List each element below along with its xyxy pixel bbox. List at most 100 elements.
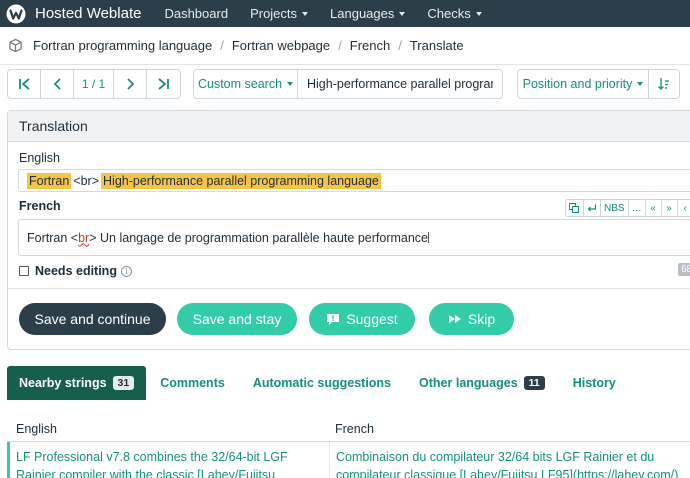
tab-comments[interactable]: Comments — [146, 366, 239, 400]
translation-textarea[interactable]: Fortran < br > Un langage de programmation… — [18, 219, 690, 256]
breadcrumb-separator: / — [338, 38, 342, 53]
target-tag-close: > — [89, 230, 97, 245]
tab-history-label: History — [572, 375, 616, 390]
skip-button[interactable]: Skip — [429, 303, 514, 335]
special-characters-toolbar: NBS … « » ‹ › — [565, 199, 690, 217]
column-header-french: French — [335, 421, 374, 436]
sort-ascending-icon — [658, 78, 669, 90]
nav-checks[interactable]: Checks — [416, 0, 492, 27]
target-language-label: French — [19, 199, 61, 213]
checkbox-box[interactable] — [19, 266, 29, 276]
char-nbs[interactable]: NBS — [601, 200, 629, 216]
text-cursor — [428, 232, 429, 243]
panel-divider — [8, 288, 690, 289]
first-icon — [18, 78, 30, 90]
breadcrumb-separator: / — [398, 38, 402, 53]
nearby-strings-count-badge: 31 — [112, 375, 135, 390]
info-tabs: Nearby strings 31 Comments Automatic sug… — [7, 365, 690, 400]
char-right-guillemet[interactable]: » — [662, 200, 678, 216]
previous-string-button[interactable] — [41, 70, 74, 98]
string-pager: 1 / 1 — [7, 69, 181, 99]
char-left-single-guillemet[interactable]: ‹ — [678, 200, 690, 216]
source-string: Fortran <br> High-performance parallel p… — [18, 169, 690, 192]
nav-projects-label: Projects — [250, 6, 298, 21]
tab-automatic-suggestions[interactable]: Automatic suggestions — [239, 366, 405, 400]
save-and-stay-label: Save and stay — [192, 311, 282, 327]
chevron-down-icon — [287, 82, 294, 86]
newline-icon — [587, 204, 597, 211]
nav-projects[interactable]: Projects — [239, 0, 319, 27]
chevron-down-icon — [637, 82, 644, 86]
copy-source-button[interactable] — [566, 200, 584, 216]
sort-label: Position and priority — [522, 77, 633, 91]
breadcrumb-project[interactable]: Fortran programming language — [33, 38, 212, 53]
position-counter: 1 / 1 — [74, 70, 114, 98]
first-string-button[interactable] — [8, 70, 41, 98]
insert-newline-button[interactable] — [584, 200, 601, 216]
nav-checks-label: Checks — [427, 6, 471, 21]
save-and-continue-label: Save and continue — [34, 311, 151, 327]
cube-icon — [9, 38, 22, 53]
target-tag-open: < — [70, 230, 79, 245]
nearby-strings-table: English French LF Professional v7.8 comb… — [7, 416, 690, 478]
suggest-button[interactable]: Suggest — [309, 303, 415, 335]
fast-forward-icon — [448, 314, 462, 324]
table-header: English French — [7, 416, 690, 442]
breadcrumb: Fortran programming language / Fortran w… — [0, 27, 690, 65]
tab-nearby-strings-label: Nearby strings — [19, 375, 107, 390]
table-row[interactable]: LF Professional v7.8 combines the 32/64-… — [7, 442, 690, 478]
source-tag: <br> — [73, 173, 100, 188]
nav-dashboard[interactable]: Dashboard — [153, 0, 239, 27]
chevron-down-icon — [399, 11, 406, 16]
column-header-english: English — [16, 421, 57, 436]
tab-history[interactable]: History — [559, 366, 630, 400]
other-languages-count-badge: 11 — [523, 375, 545, 390]
needs-editing-checkbox[interactable]: Needs editing i — [19, 264, 132, 278]
comment-icon — [326, 313, 340, 326]
breadcrumb-current[interactable]: Translate — [410, 38, 464, 53]
source-highlight-text: High-performance parallel programming la… — [101, 172, 381, 189]
custom-search-label: Custom search — [197, 77, 283, 91]
target-word: Fortran — [27, 230, 68, 245]
source-language-label: English — [19, 151, 60, 165]
target-text: Un langage de programmation parallèle ha… — [100, 230, 428, 245]
needs-editing-label: Needs editing — [35, 264, 117, 278]
breadcrumb-separator: / — [220, 38, 224, 53]
skip-label: Skip — [467, 311, 496, 327]
save-and-continue-button[interactable]: Save and continue — [19, 303, 166, 335]
last-string-button[interactable] — [147, 70, 180, 98]
weblate-logo-icon — [6, 4, 26, 23]
target-tag-name: br — [78, 230, 90, 245]
tab-other-languages[interactable]: Other languages 11 — [405, 366, 559, 400]
sort-direction-button[interactable] — [649, 70, 679, 98]
chevron-right-icon — [126, 78, 134, 90]
copy-icon — [569, 203, 579, 213]
chevron-left-icon — [53, 78, 61, 90]
last-icon — [158, 78, 169, 90]
save-and-stay-button[interactable]: Save and stay — [177, 303, 297, 335]
sort-group: Position and priority — [517, 69, 680, 99]
custom-search-dropdown[interactable]: Custom search — [194, 70, 298, 98]
nav-languages[interactable]: Languages — [319, 0, 416, 27]
breadcrumb-language[interactable]: French — [350, 38, 390, 53]
tab-nearby-strings[interactable]: Nearby strings 31 — [7, 365, 147, 400]
translate-toolbar: 1 / 1 Custom search Position and priorit… — [0, 69, 690, 99]
row-french-text[interactable]: Combinaison du compilateur 32/64 bits LG… — [329, 442, 690, 478]
row-english-text[interactable]: LF Professional v7.8 combines the 32/64-… — [10, 442, 329, 478]
search-input[interactable] — [298, 70, 502, 98]
character-counter: 68 — [678, 263, 690, 276]
char-left-guillemet[interactable]: « — [646, 200, 662, 216]
top-navbar: Hosted Weblate Dashboard Projects Langua… — [0, 0, 690, 27]
source-highlight-word: Fortran — [27, 172, 72, 189]
nav-languages-label: Languages — [330, 6, 395, 21]
sort-dropdown[interactable]: Position and priority — [518, 70, 649, 98]
brand-name: Hosted Weblate — [35, 5, 142, 22]
info-icon: i — [120, 265, 132, 277]
tab-other-languages-label: Other languages — [419, 375, 518, 390]
brand-link[interactable]: Hosted Weblate — [0, 0, 153, 27]
tab-comments-label: Comments — [160, 375, 225, 390]
char-ellipsis[interactable]: … — [629, 200, 646, 216]
next-string-button[interactable] — [114, 70, 147, 98]
search-group: Custom search — [193, 69, 503, 99]
breadcrumb-component[interactable]: Fortran webpage — [232, 38, 330, 53]
